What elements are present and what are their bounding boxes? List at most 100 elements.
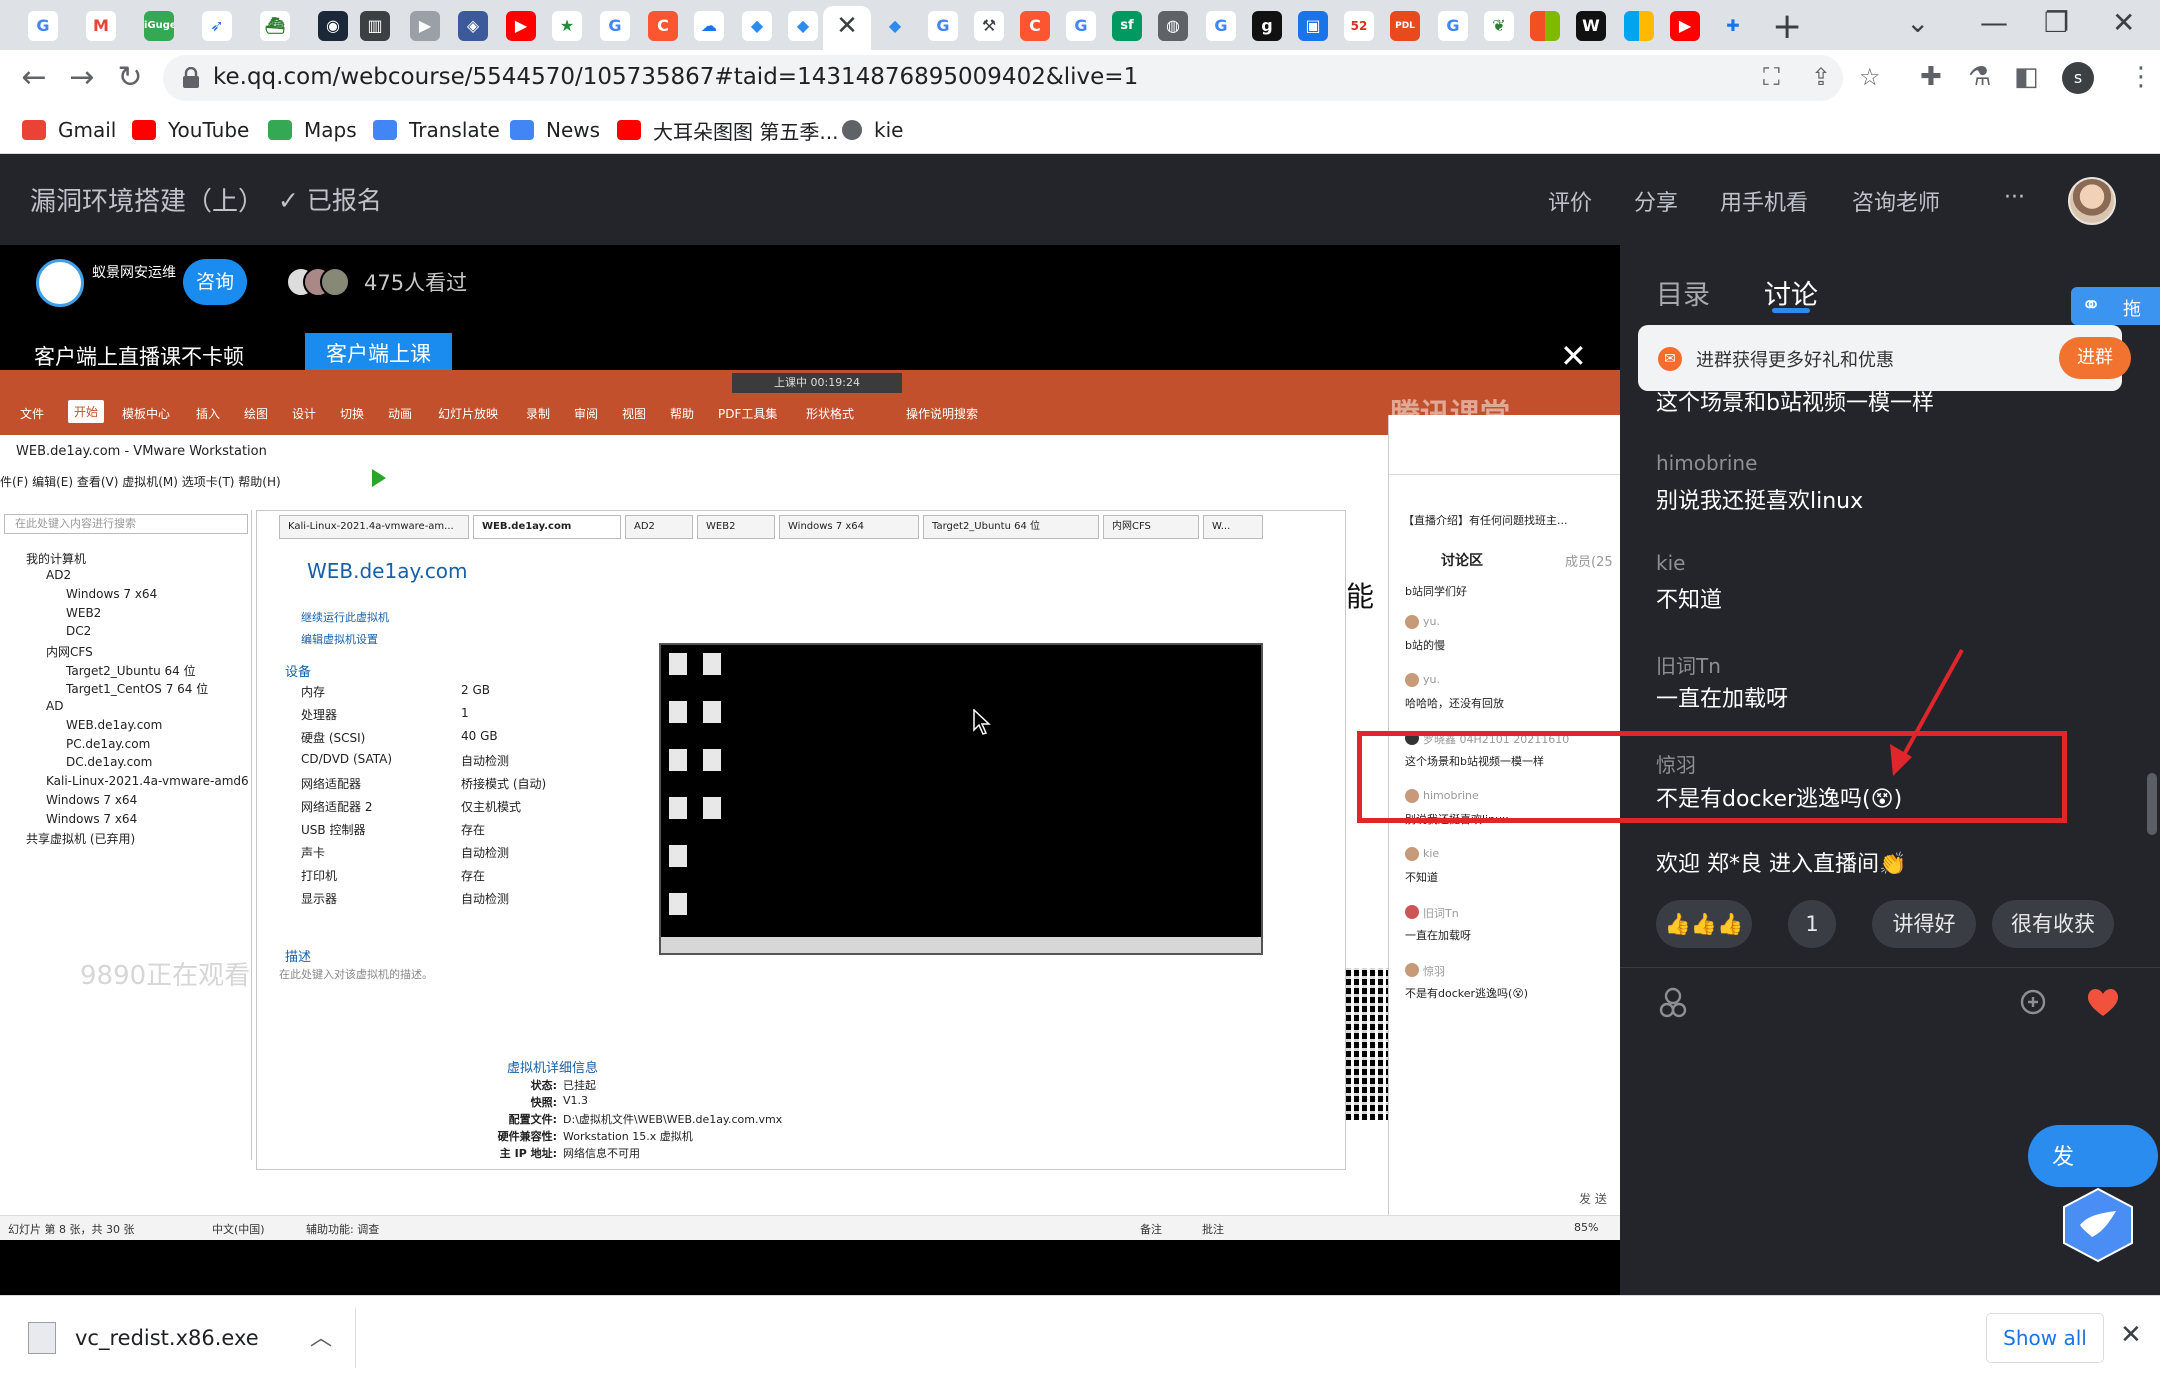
tab-favicon-c[interactable]: C bbox=[648, 11, 678, 41]
tab-favicon-tencent-class[interactable]: ◆ bbox=[742, 11, 772, 41]
tab-favicon-guge[interactable]: iGuge bbox=[144, 11, 174, 41]
tab-favicon-google[interactable]: G bbox=[1206, 11, 1236, 41]
restore-icon[interactable]: ❐ bbox=[2044, 6, 2069, 39]
tab-favicon-segmentfault[interactable]: sf bbox=[1112, 11, 1142, 41]
tab-favicon-tencent-class[interactable]: ◆ bbox=[788, 11, 818, 41]
vm-tab: WEB2 bbox=[697, 515, 775, 539]
tab-favicon-google[interactable]: G bbox=[1066, 11, 1096, 41]
window-close-icon[interactable]: ✕ bbox=[2112, 6, 2135, 39]
tab-favicon-youtube[interactable]: ▶ bbox=[1670, 11, 1700, 41]
tab-favicon-star[interactable]: ★ bbox=[552, 11, 582, 41]
tab-favicon-tool[interactable]: ⚒ bbox=[974, 11, 1004, 41]
share-link[interactable]: 分享 bbox=[1634, 185, 1678, 217]
tab-favicon-52[interactable]: 52 bbox=[1344, 11, 1374, 41]
bookmark-label: YouTube bbox=[168, 118, 250, 142]
device-value: 2 GB bbox=[461, 683, 490, 697]
tab-search-icon[interactable]: ⌄ bbox=[1906, 6, 1929, 39]
tab-favicon-c[interactable]: C bbox=[1020, 11, 1050, 41]
tab-favicon-cloud[interactable]: ☁ bbox=[694, 11, 724, 41]
lab-icon[interactable]: ⚗ bbox=[1968, 62, 1991, 92]
minimize-icon[interactable]: — bbox=[1980, 6, 2008, 39]
tab-favicon-google[interactable]: G bbox=[1438, 11, 1468, 41]
members-icon[interactable] bbox=[1656, 985, 1690, 1019]
consult-button[interactable]: 咨询 bbox=[183, 259, 247, 305]
tab-favicon-microsoft[interactable] bbox=[1530, 11, 1560, 41]
new-tab-button[interactable]: + bbox=[1772, 6, 1802, 47]
bookmark-translate[interactable]: Translate bbox=[373, 116, 500, 144]
ribbon-tab: 设计 bbox=[292, 407, 317, 421]
tab-favicon-pdl[interactable]: PDL bbox=[1390, 11, 1420, 41]
maps-icon bbox=[268, 120, 292, 140]
tab-favicon-extension[interactable]: ✚ bbox=[1718, 11, 1748, 41]
translate-icon[interactable]: ⛶ bbox=[1763, 63, 1780, 91]
bird-icon[interactable] bbox=[2058, 1185, 2138, 1265]
close-icon[interactable]: ✕ bbox=[2120, 1320, 2142, 1350]
tab-favicon-steam[interactable]: ◉ bbox=[318, 11, 348, 41]
drag-float-button[interactable]: ⚭ 拖 bbox=[2071, 287, 2160, 325]
gift-icon[interactable] bbox=[2016, 985, 2050, 1019]
org-logo[interactable] bbox=[36, 259, 84, 307]
tab-favicon-google[interactable]: G bbox=[600, 11, 630, 41]
quick-reply-great[interactable]: 讲得好 bbox=[1872, 900, 1976, 948]
chevron-up-icon[interactable]: ︿ bbox=[310, 1320, 332, 1352]
extensions-icon[interactable]: ✚ bbox=[1920, 62, 1942, 92]
tab-favicon-g[interactable]: g bbox=[1252, 11, 1282, 41]
quick-reply-one[interactable]: 1 bbox=[1788, 900, 1836, 948]
bookmark-youtube[interactable]: YouTube bbox=[132, 116, 249, 144]
tab-favicon-ship[interactable]: ⛴ bbox=[260, 11, 290, 41]
tab-favicon-globe[interactable]: ◍ bbox=[1158, 11, 1188, 41]
bookmark-gmail[interactable]: Gmail bbox=[22, 116, 116, 144]
tab-favicon-gmail[interactable]: M bbox=[86, 11, 116, 41]
tab-favicon-window[interactable]: ▣ bbox=[1298, 11, 1328, 41]
menu-icon[interactable]: ⋮ bbox=[2128, 62, 2154, 92]
bookmark-news[interactable]: News bbox=[510, 116, 600, 144]
profile-avatar[interactable]: s bbox=[2062, 62, 2094, 94]
tab-favicon-youtube[interactable]: ▶ bbox=[506, 11, 536, 41]
join-group-button[interactable]: 进群 bbox=[2059, 337, 2131, 379]
tab-discussion[interactable]: 讨论 bbox=[1764, 273, 1818, 312]
forward-icon[interactable]: → bbox=[62, 58, 102, 98]
tab-favicon-tencent-class[interactable]: ◆ bbox=[880, 11, 910, 41]
bookmark-maps[interactable]: Maps bbox=[268, 116, 357, 144]
tab-favicon-dashboard[interactable]: ◈ bbox=[458, 11, 488, 41]
bookmark-kie[interactable]: kie bbox=[842, 116, 903, 144]
avatar bbox=[320, 267, 350, 297]
review-link[interactable]: 评价 bbox=[1548, 185, 1592, 217]
address-bar[interactable]: ke.qq.com/webcourse/5544570/105735867#ta… bbox=[163, 55, 1881, 101]
viewer-watermark: 9890正在观看 bbox=[80, 961, 251, 991]
scrollbar[interactable] bbox=[2147, 773, 2157, 835]
heart-icon[interactable] bbox=[2086, 987, 2120, 1017]
client-class-button[interactable]: 客户端上课 bbox=[305, 333, 452, 375]
quick-reply-learned[interactable]: 很有收获 bbox=[1992, 900, 2114, 948]
active-tab[interactable]: ✕ bbox=[823, 6, 871, 50]
tab-favicon-book[interactable]: ▥ bbox=[360, 11, 390, 41]
quick-reply-thumbs[interactable]: 👍👍👍 bbox=[1656, 900, 1752, 948]
tab-favicon-w[interactable]: W bbox=[1576, 11, 1606, 41]
bookmark-star-icon[interactable]: ☆ bbox=[1859, 63, 1881, 91]
tab-favicon-rocket[interactable]: ➶ bbox=[202, 11, 232, 41]
more-icon[interactable]: ··· bbox=[2004, 185, 2025, 210]
url-text[interactable]: ke.qq.com/webcourse/5544570/105735867#ta… bbox=[213, 64, 1138, 90]
close-icon[interactable]: ✕ bbox=[833, 12, 861, 40]
tab-favicon-microsoft[interactable] bbox=[1624, 11, 1654, 41]
show-all-button[interactable]: Show all bbox=[1986, 1313, 2104, 1363]
consult-teacher-link[interactable]: 咨询老师 bbox=[1852, 185, 1940, 217]
share-icon[interactable]: ⇪ bbox=[1811, 63, 1831, 91]
org-name[interactable]: 蚁景网安运维 bbox=[92, 263, 176, 283]
side-panel-icon[interactable]: ◧ bbox=[2014, 62, 2039, 92]
youtube-icon bbox=[617, 120, 641, 140]
download-filename[interactable]: vc_redist.x86.exe bbox=[75, 1326, 259, 1350]
tab-catalog[interactable]: 目录 bbox=[1656, 273, 1710, 312]
share-float-button[interactable]: 发 bbox=[2028, 1125, 2158, 1187]
chat-message-author: kie bbox=[1656, 551, 1686, 575]
bookmark-cartoon[interactable]: 大耳朵图图 第五季... bbox=[617, 116, 838, 144]
mobile-view-link[interactable]: 用手机看 bbox=[1720, 185, 1808, 217]
tab-favicon-video[interactable]: ▶ bbox=[410, 11, 440, 41]
tab-favicon-google[interactable]: G bbox=[928, 11, 958, 41]
tab-favicon-google[interactable]: G bbox=[28, 11, 58, 41]
reload-icon[interactable]: ↻ bbox=[110, 58, 150, 98]
lock-icon[interactable] bbox=[181, 67, 201, 89]
user-avatar[interactable] bbox=[2068, 177, 2116, 225]
back-icon[interactable]: ← bbox=[14, 58, 54, 98]
tab-favicon-leaf[interactable]: ❦ bbox=[1484, 11, 1514, 41]
